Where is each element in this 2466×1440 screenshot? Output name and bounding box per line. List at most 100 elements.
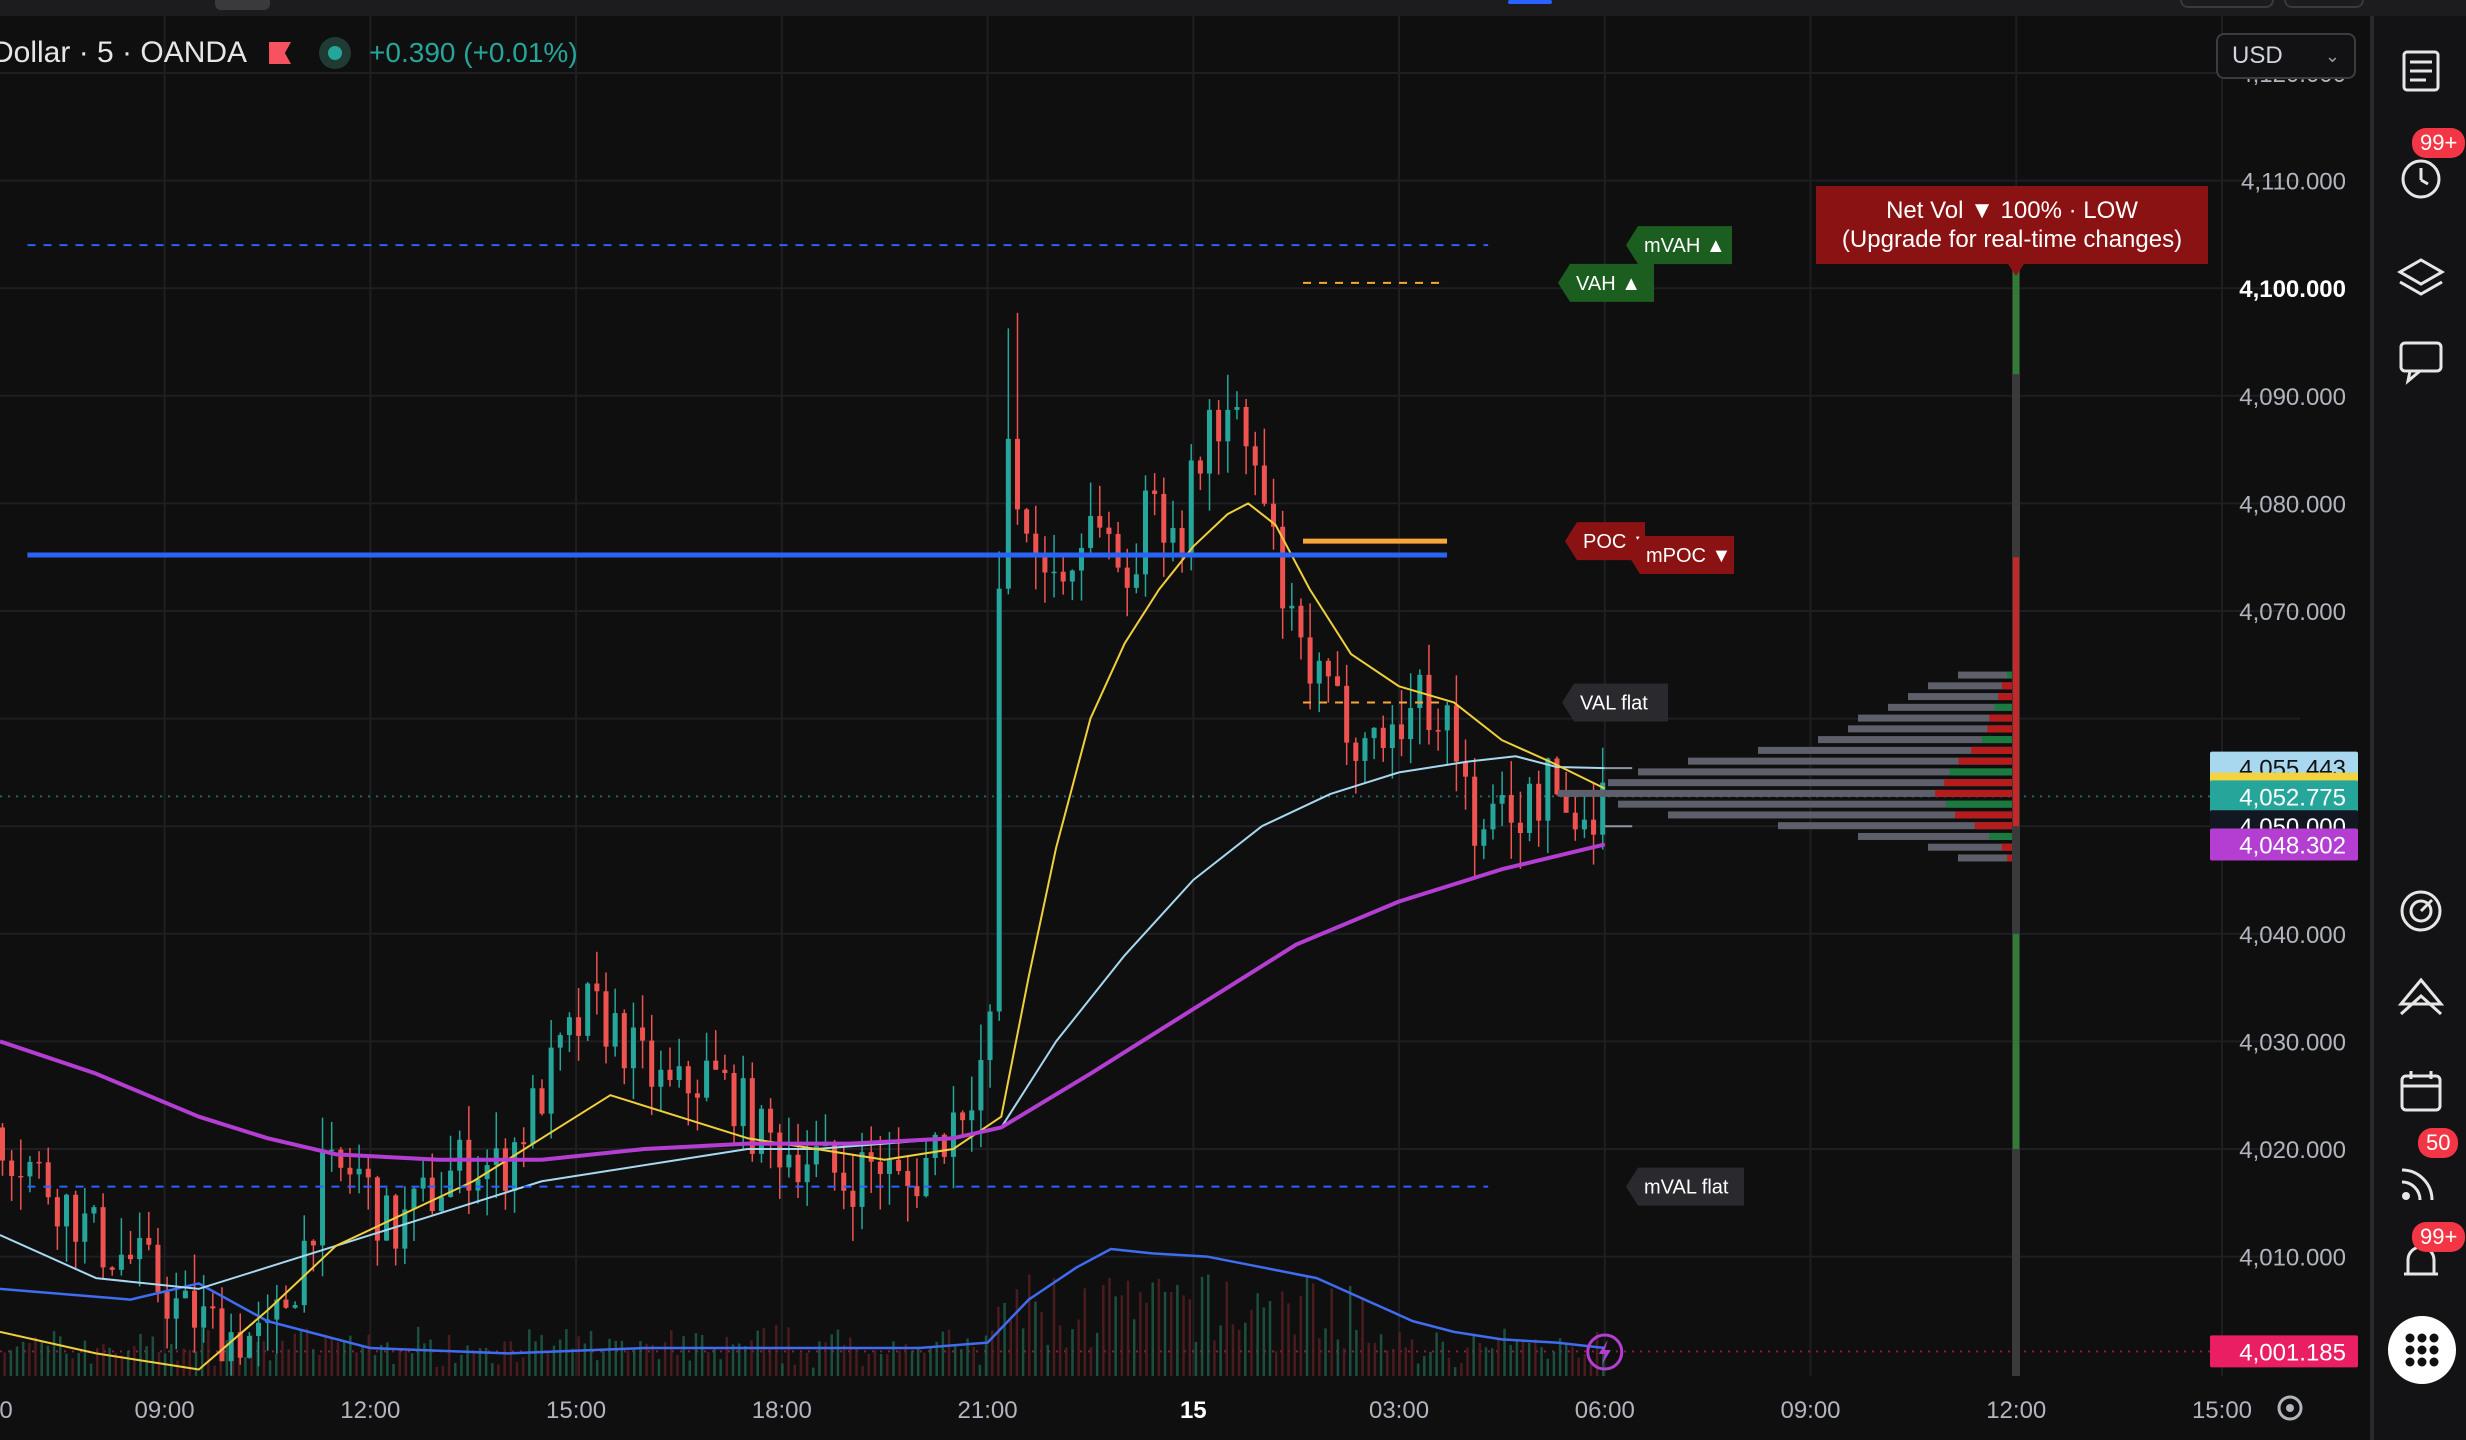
profile-delta bbox=[1955, 811, 2018, 819]
x-tick-label: 06:00 bbox=[1575, 1397, 1635, 1424]
calendar-icon[interactable] bbox=[2396, 1066, 2446, 1116]
candle-body bbox=[1142, 490, 1148, 575]
candle-body bbox=[1024, 509, 1030, 534]
volume-bar bbox=[1182, 1295, 1185, 1376]
candle-body bbox=[1097, 516, 1103, 528]
volume-bar bbox=[509, 1341, 513, 1376]
volume-bar bbox=[139, 1333, 142, 1376]
candle-body bbox=[320, 1151, 326, 1246]
candle-body bbox=[27, 1161, 33, 1177]
top-indicator bbox=[1508, 0, 1552, 4]
feed-icon[interactable] bbox=[2396, 1156, 2446, 1206]
candle-body bbox=[1005, 438, 1011, 589]
volume-bar bbox=[336, 1341, 340, 1376]
candle-body bbox=[1335, 676, 1341, 686]
volume-bar bbox=[1003, 1302, 1006, 1376]
alerts-badge: 99+ bbox=[2412, 128, 2466, 158]
price-label-4048302: 4,048.302 bbox=[2210, 828, 2358, 861]
volume-bar bbox=[1207, 1274, 1210, 1376]
candle-body bbox=[1344, 685, 1350, 743]
volume-bar bbox=[503, 1341, 506, 1376]
chart-legend: Dollar · 5 · OANDA +0.390 (+0.01%) bbox=[0, 36, 578, 70]
candle-body bbox=[1124, 567, 1130, 588]
currency-select[interactable]: USD ⌄ bbox=[2216, 33, 2356, 79]
volume-bar bbox=[1102, 1284, 1105, 1376]
volume-bar bbox=[595, 1360, 599, 1376]
volume-bar bbox=[262, 1341, 266, 1376]
volume-bar bbox=[1046, 1344, 1050, 1376]
watchlist-icon[interactable] bbox=[2396, 46, 2446, 96]
volume-bar bbox=[1336, 1339, 1340, 1376]
top-button-left[interactable] bbox=[2180, 0, 2274, 8]
chat-icon[interactable] bbox=[2396, 336, 2446, 386]
volume-bar bbox=[435, 1366, 438, 1376]
candle-body bbox=[859, 1152, 865, 1207]
ideas-icon[interactable] bbox=[2396, 974, 2446, 1024]
y-tick-label: 4,080.000 bbox=[2239, 491, 2346, 518]
candle-body bbox=[1216, 409, 1222, 442]
level-tag-label: mVAL flat bbox=[1644, 1177, 1729, 1199]
candle-body bbox=[91, 1207, 97, 1214]
volume-bar bbox=[552, 1345, 556, 1376]
price-chart[interactable]: mVAH ▲VAH ▲POC ▼mPOC ▼VAL flatmVAL flatN… bbox=[0, 16, 2370, 1440]
candle-body bbox=[118, 1254, 124, 1270]
candle-body bbox=[548, 1047, 554, 1114]
candle-body bbox=[512, 1142, 518, 1191]
volume-bar bbox=[207, 1330, 210, 1376]
volume-bar bbox=[577, 1336, 580, 1376]
volume-bar bbox=[1571, 1346, 1574, 1376]
volume-bar bbox=[1398, 1332, 1401, 1376]
volume-bar bbox=[1404, 1347, 1408, 1376]
volume-bar bbox=[1009, 1320, 1012, 1376]
volume-bar bbox=[472, 1351, 476, 1376]
volume-bar bbox=[1250, 1309, 1253, 1376]
volume-bar bbox=[1021, 1328, 1025, 1376]
volume-bar bbox=[361, 1345, 364, 1376]
volume-bar bbox=[1330, 1288, 1333, 1376]
candle-body bbox=[64, 1194, 70, 1227]
volume-bar bbox=[342, 1342, 346, 1376]
x-tick-label: 12:00 bbox=[1986, 1397, 2046, 1424]
volume-bar bbox=[1392, 1348, 1395, 1376]
volume-bar bbox=[244, 1356, 247, 1376]
top-button-right[interactable] bbox=[2284, 0, 2364, 8]
layers-icon[interactable] bbox=[2396, 254, 2446, 304]
candle-body bbox=[1591, 819, 1597, 835]
volume-bar bbox=[1231, 1324, 1235, 1376]
volume-bar bbox=[281, 1340, 284, 1376]
volume-bar bbox=[1169, 1291, 1173, 1376]
candle-body bbox=[1353, 742, 1359, 761]
grid-icon[interactable] bbox=[2388, 1316, 2456, 1384]
candle-body bbox=[128, 1254, 134, 1260]
volume-bar bbox=[1429, 1351, 1432, 1376]
volume-bar bbox=[447, 1334, 451, 1376]
volume-bar bbox=[676, 1354, 679, 1376]
candle-body bbox=[1453, 705, 1459, 762]
alerts-icon[interactable] bbox=[2396, 154, 2446, 204]
candle-body bbox=[1069, 570, 1075, 582]
volume-bar bbox=[1040, 1312, 1043, 1376]
y-tick-label: 4,030.000 bbox=[2239, 1029, 2346, 1056]
top-tab[interactable] bbox=[215, 0, 270, 10]
candle-body bbox=[987, 1011, 993, 1061]
volume-bar bbox=[1305, 1276, 1309, 1376]
y-tick-label: 4,040.000 bbox=[2239, 922, 2346, 949]
price-label-4001185: 4,001.185 bbox=[2210, 1335, 2358, 1368]
volume-bar bbox=[1157, 1278, 1161, 1376]
candle-body bbox=[1399, 724, 1405, 740]
flag-icon[interactable] bbox=[269, 42, 292, 64]
symbol-title[interactable]: Dollar · 5 · OANDA bbox=[0, 36, 247, 70]
volume-bar bbox=[1515, 1339, 1519, 1376]
volume-bar bbox=[299, 1328, 303, 1376]
volume-bar bbox=[1213, 1340, 1216, 1376]
volume-bar bbox=[540, 1335, 543, 1376]
volume-bar bbox=[688, 1360, 692, 1376]
candle-body bbox=[402, 1209, 408, 1249]
candle-body bbox=[658, 1069, 664, 1087]
notifications-badge: 99+ bbox=[2412, 1222, 2466, 1252]
compass-icon[interactable] bbox=[2396, 886, 2446, 936]
candle-body bbox=[630, 1027, 636, 1069]
volume-bar bbox=[1552, 1351, 1556, 1376]
level-tag-mvah: mVAH ▲ bbox=[1626, 226, 1732, 265]
volume-bar bbox=[34, 1336, 37, 1376]
